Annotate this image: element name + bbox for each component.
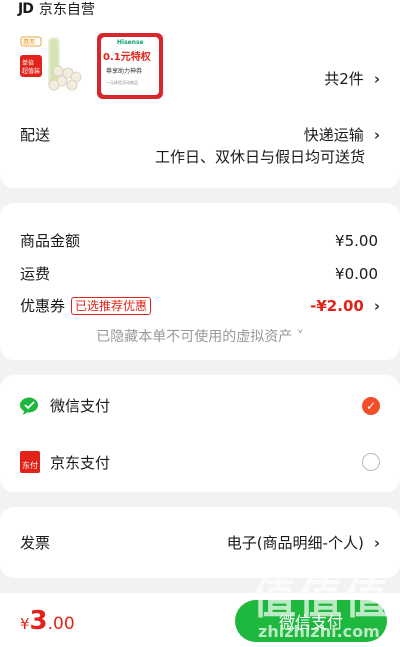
chevron-right-icon: ›	[373, 125, 380, 144]
watermark-url: zhizhizhi.com	[258, 622, 380, 641]
delivery-method: 快递运输	[303, 126, 364, 144]
jd-pay-option[interactable]: 东付 京东支付	[20, 451, 380, 473]
total-amount: 3	[29, 606, 48, 636]
coupon-value: -¥2.00	[310, 296, 364, 315]
wechat-pay-option[interactable]: 微信支付 ✓	[20, 395, 380, 416]
total-decimals: .00	[47, 614, 75, 634]
product-thumb-2[interactable]: Hisense 0.1元特权 尊享助力神券 一元体验活动商品	[97, 33, 163, 99]
invoice-label: 发票	[20, 534, 51, 552]
delivery-row[interactable]: 配送 快递运输 ›	[20, 124, 380, 145]
chevron-right-icon: ›	[373, 296, 380, 315]
shipping-value: ¥0.00	[335, 264, 378, 283]
item-count: 共2件	[324, 70, 364, 88]
product-2-brand: Hisense	[117, 39, 144, 46]
invoice-value: 电子(商品明细-个人)	[226, 534, 364, 552]
delivery-label: 配送	[20, 126, 51, 144]
product-1-brand: 惠而	[23, 39, 36, 46]
jd-pay-label: 京东支付	[50, 453, 111, 472]
coupon-label: 优惠券	[20, 297, 66, 315]
wechat-pay-radio-checked[interactable]: ✓	[362, 396, 380, 415]
chevron-right-icon: ›	[373, 69, 380, 88]
coupon-row[interactable]: 优惠券 已选推荐优惠 -¥2.00 ›	[20, 295, 380, 316]
shipping-row: 运费 ¥0.00	[20, 263, 380, 284]
wechat-pay-label: 微信支付	[50, 397, 111, 415]
shop-name: 京东自营	[38, 2, 95, 18]
product-thumb-1[interactable]: 惠而 单倍 超值装	[18, 33, 84, 99]
goods-amount-row: 商品金额 ¥5.00	[20, 230, 380, 251]
delivery-note: 工作日、双休日与假日均可送货	[154, 148, 365, 166]
chevron-right-icon: ›	[373, 533, 380, 552]
jd-logo: JD	[18, 1, 34, 17]
coupon-badge: 已选推荐优惠	[71, 296, 152, 315]
shop-header: JD 京东自营	[18, 0, 95, 18]
watermark-logo: 值值值	[252, 573, 390, 624]
hidden-assets-row[interactable]: 已隐藏本单不可使用的虚拟资产 ˅	[20, 326, 380, 346]
item-count-row[interactable]: 共2件 ›	[20, 68, 380, 89]
jd-pay-icon: 东付	[20, 451, 40, 473]
hidden-assets-note: 已隐藏本单不可使用的虚拟资产 ˅	[96, 329, 304, 345]
jd-pay-radio[interactable]	[362, 453, 380, 471]
wechat-icon	[20, 397, 38, 415]
total-price: ¥ 3 .00	[20, 606, 75, 636]
product-2-headline: 0.1元特权	[103, 52, 151, 63]
shipping-label: 运费	[20, 265, 51, 283]
goods-amount-label: 商品金额	[20, 232, 81, 250]
jd-pay-icon-text: 东付	[22, 461, 38, 470]
payment-card	[0, 375, 400, 492]
delivery-note-row: 工作日、双休日与假日均可送货	[20, 146, 380, 167]
invoice-row[interactable]: 发票 电子(商品明细-个人) ›	[20, 532, 380, 553]
goods-amount-value: ¥5.00	[335, 231, 378, 250]
total-currency: ¥	[20, 615, 30, 633]
